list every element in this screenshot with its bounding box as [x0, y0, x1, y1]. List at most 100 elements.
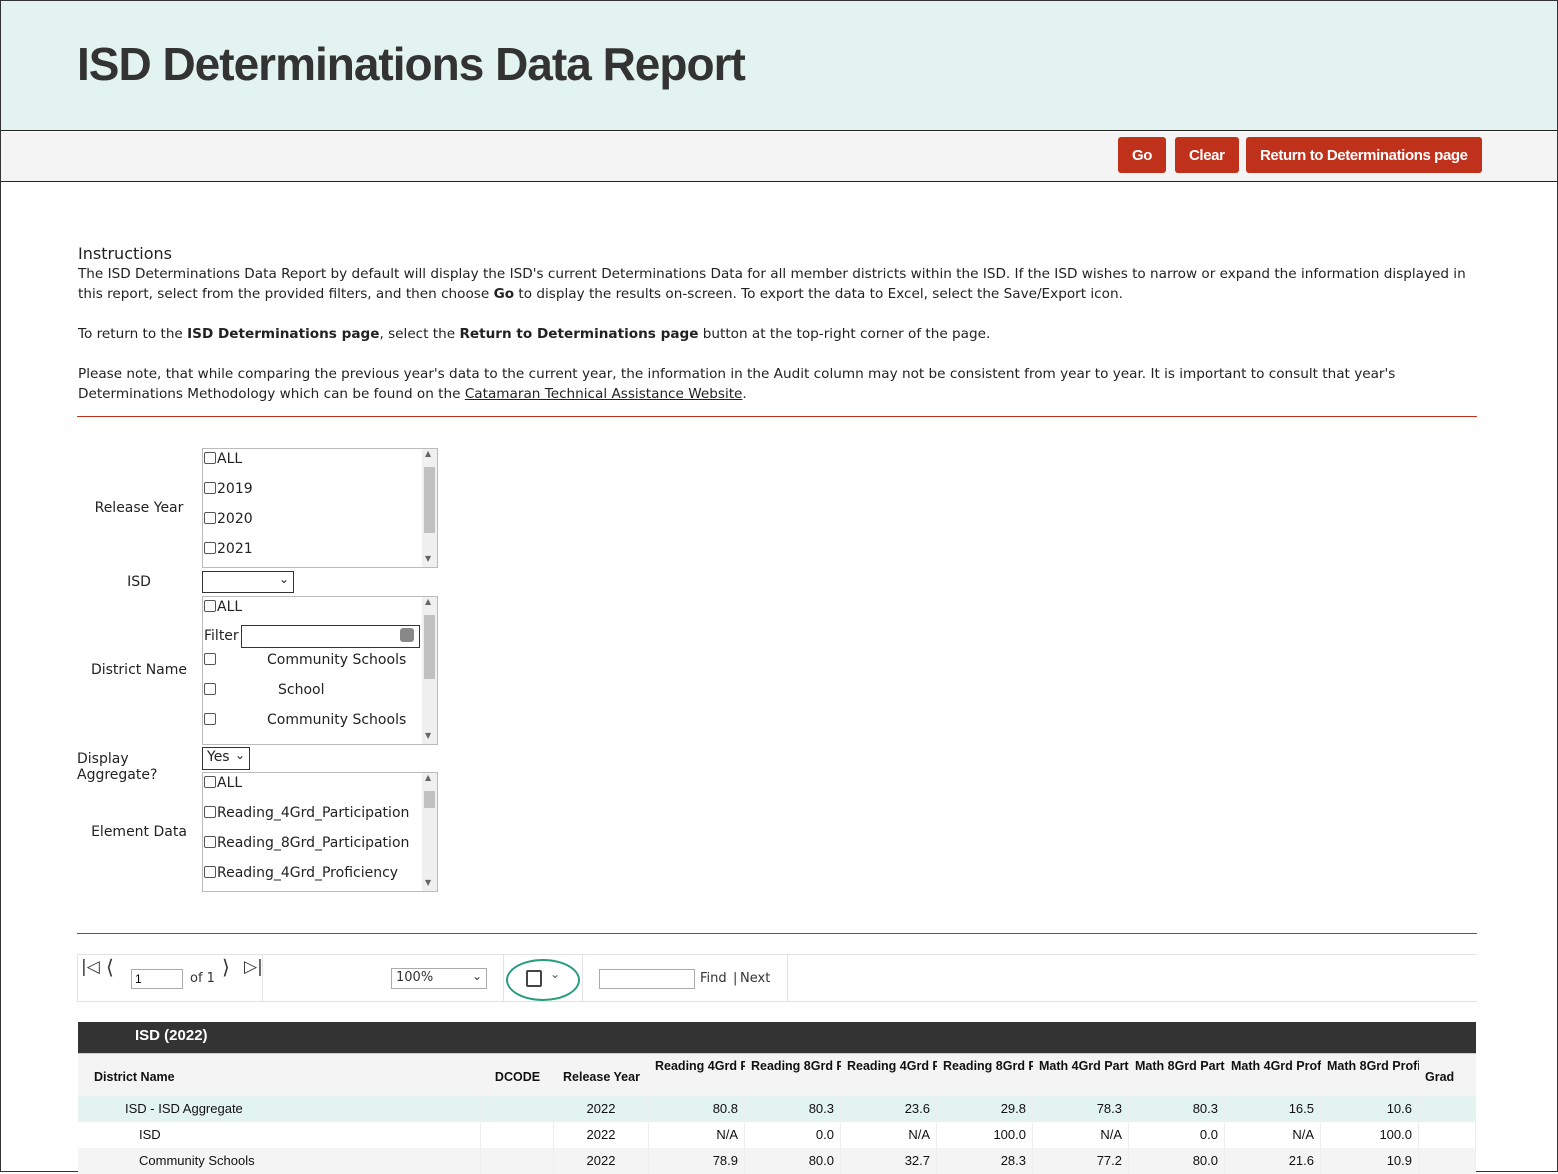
checkbox[interactable] [204, 713, 216, 725]
next-page-icon[interactable]: ⟩ [222, 955, 230, 979]
page-count: of 1 [190, 971, 215, 986]
column-header[interactable]: Math 4Grd Participation [1033, 1054, 1129, 1096]
chevron-down-icon: ⌄ [234, 748, 245, 762]
chevron-down-icon: ⌄ [471, 969, 482, 983]
table-cell: 16.5 [1225, 1096, 1321, 1122]
release-year-list[interactable]: ALL 2019 2020 2021 ▲ ▼ [202, 448, 438, 568]
column-header[interactable]: Reading 4Grd Participation [649, 1054, 745, 1096]
table-cell: 80.3 [1129, 1096, 1225, 1122]
table-cell: 29.8 [937, 1096, 1033, 1122]
catamaran-link[interactable]: Catamaran Technical Assistance Website [465, 386, 743, 402]
column-headers: District Name DCODE Release Year Reading 4G… [78, 1053, 1476, 1096]
isd-select[interactable]: ⌄ [202, 571, 294, 593]
table-cell: 77.2 [1033, 1148, 1129, 1174]
table-row: ISD 2022 N/A 0.0 N/A 100.0 N/A 0.0 N/A 100.0 [78, 1122, 1476, 1148]
table-row: ISD - ISD Aggregate 2022 80.8 80.3 23.6 29.8 7… [78, 1096, 1476, 1122]
district-name-list[interactable]: ALL Filter Community Schools School Comm… [202, 596, 438, 745]
prev-page-icon[interactable]: ⟨ [106, 955, 114, 979]
table-cell: 23.6 [841, 1096, 937, 1122]
column-header[interactable]: Reading 8Grd Participation [745, 1054, 841, 1096]
scrollbar[interactable]: ▲ ▼ [422, 597, 437, 744]
checkbox[interactable] [204, 776, 216, 788]
column-header[interactable]: DCODE [481, 1054, 554, 1096]
table-cell: ISD [78, 1122, 481, 1148]
checkbox[interactable] [204, 683, 216, 695]
table-cell: 2022 [554, 1096, 649, 1122]
list-option[interactable]: Reading_4Grd_Participation [204, 805, 409, 821]
instructions: Instructions The ISD Determinations Data… [78, 244, 1478, 424]
table-cell: 0.0 [1129, 1122, 1225, 1148]
table-cell: 10.9 [1321, 1148, 1419, 1174]
scrollbar[interactable]: ▲ ▼ [422, 773, 437, 891]
next-link[interactable]: Next [740, 971, 770, 986]
list-option[interactable]: 2019 [204, 481, 253, 497]
column-header[interactable]: District Name [78, 1054, 481, 1096]
table-cell: 78.3 [1033, 1096, 1129, 1122]
table-cell [481, 1096, 554, 1122]
table-cell: Community Schools [78, 1148, 481, 1174]
column-header[interactable]: Math 4Grd Proficiency [1225, 1054, 1321, 1096]
clear-button[interactable]: Clear [1175, 137, 1239, 173]
column-header[interactable]: Math 8Grd Participation [1129, 1054, 1225, 1096]
element-data-label: Element Data [91, 824, 187, 840]
list-option[interactable]: 2020 [204, 511, 253, 527]
checkbox[interactable] [204, 600, 216, 612]
district-name-label: District Name [90, 662, 188, 678]
column-header[interactable]: Math 8Grd Proficiency [1321, 1054, 1419, 1096]
table-row: Community Schools 2022 78.9 80.0 32.7 28.3 77.… [78, 1148, 1476, 1174]
display-aggregate-label: Display Aggregate? [77, 751, 158, 783]
table-cell: 32.7 [841, 1148, 937, 1174]
table-cell: 2022 [554, 1148, 649, 1174]
table-cell [1419, 1096, 1476, 1122]
list-option[interactable]: ALL [204, 775, 242, 791]
save-export-button[interactable]: ⌄ [506, 959, 580, 1001]
checkbox[interactable] [204, 512, 216, 524]
find-input[interactable] [599, 969, 695, 989]
checkbox[interactable] [204, 452, 216, 464]
element-data-list[interactable]: ALL Reading_4Grd_Participation Reading_8Gr… [202, 772, 438, 892]
page-title: ISD Determinations Data Report [77, 38, 746, 90]
divider [77, 416, 1477, 417]
page-header: ISD Determinations Data Report [1, 1, 1557, 131]
isd-label: ISD [127, 574, 151, 590]
aggregate-select[interactable]: Yes ⌄ [202, 747, 250, 770]
first-page-icon[interactable]: |◁ [81, 957, 100, 977]
column-header[interactable]: Grad [1419, 1054, 1476, 1096]
column-header[interactable]: Reading 4Grd Proficiency [841, 1054, 937, 1096]
instructions-heading: Instructions [78, 244, 172, 263]
table-cell: 2022 [554, 1122, 649, 1148]
table-cell [1419, 1122, 1476, 1148]
checkbox[interactable] [204, 806, 216, 818]
report-toolbar: |◁ ⟨ of 1 ⟩ ▷| 100%⌄ ⌄ Find | Next [77, 954, 1477, 1002]
column-header[interactable]: Reading 8Grd Proficiency [937, 1054, 1033, 1096]
return-button[interactable]: Return to Determinations page [1246, 137, 1482, 173]
page-input[interactable] [131, 969, 183, 989]
checkbox[interactable] [204, 542, 216, 554]
table-cell: 100.0 [937, 1122, 1033, 1148]
table-cell: 78.9 [649, 1148, 745, 1174]
checkbox[interactable] [204, 653, 216, 665]
save-icon [526, 970, 542, 987]
list-option[interactable]: 2021 [204, 541, 253, 557]
group-header: ISD (2022) [78, 1022, 1476, 1053]
column-header[interactable]: Release Year [554, 1054, 649, 1096]
find-link[interactable]: Find [700, 971, 727, 986]
go-button[interactable]: Go [1118, 137, 1167, 173]
table-cell: 28.3 [937, 1148, 1033, 1174]
keyboard-icon[interactable] [400, 628, 414, 642]
zoom-select[interactable]: 100% ⌄ [391, 968, 487, 989]
list-option[interactable]: ALL [204, 451, 242, 467]
checkbox[interactable] [204, 836, 216, 848]
table-cell: 80.0 [1129, 1148, 1225, 1174]
table-cell [1419, 1148, 1476, 1174]
district-filter-input[interactable] [241, 625, 420, 648]
last-page-icon[interactable]: ▷| [244, 957, 263, 977]
list-option[interactable]: Reading_4Grd_Proficiency [204, 865, 398, 881]
checkbox[interactable] [204, 866, 216, 878]
table-cell: 100.0 [1321, 1122, 1419, 1148]
list-option[interactable]: Reading_8Grd_Participation [204, 835, 409, 851]
scrollbar[interactable]: ▲ ▼ [422, 449, 437, 567]
checkbox[interactable] [204, 482, 216, 494]
table-cell: 80.3 [745, 1096, 841, 1122]
table-cell: ISD - ISD Aggregate [78, 1096, 481, 1122]
